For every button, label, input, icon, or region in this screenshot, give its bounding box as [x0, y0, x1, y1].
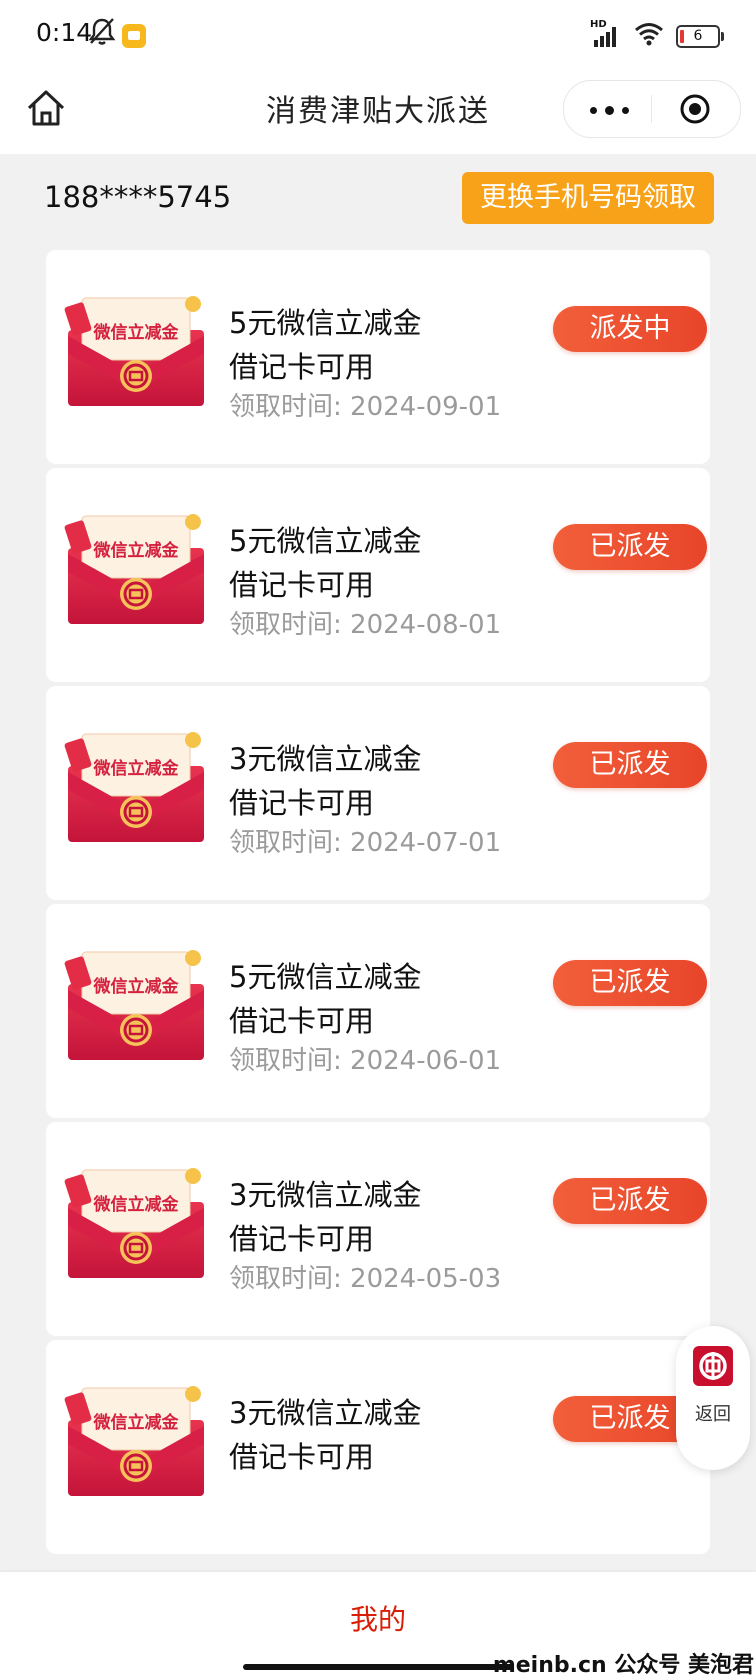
close-target-icon[interactable] [679, 93, 711, 125]
bell-off-icon [88, 16, 116, 50]
envelope-text: 微信立减金 [93, 322, 180, 343]
bottom-tab-bar: 我的 meinb.cn 公众号 美泡君 [0, 1572, 756, 1680]
red-envelope-icon: 微信立减金 [64, 294, 208, 410]
red-envelope-icon: 微信立减金 [64, 512, 208, 628]
nav-bar: 消费津贴大派送 [0, 70, 756, 154]
coupon-title: 3元微信立减金 [229, 1396, 422, 1430]
coupon-card: 微信立减金 5元微信立减金 借记卡可用 领取时间: 2024-09-01 派发中 [46, 250, 710, 464]
coupon-subtitle: 借记卡可用 [229, 1440, 375, 1474]
bank-logo-icon [693, 1346, 733, 1386]
envelope-text: 微信立减金 [93, 1412, 180, 1433]
coupon-time: 领取时间: 2024-09-01 [229, 392, 502, 422]
tab-mine[interactable]: 我的 [0, 1598, 756, 1638]
coupon-card: 微信立减金 5元微信立减金 借记卡可用 领取时间: 2024-08-01 已派发 [46, 468, 710, 682]
coupon-card: 微信立减金 3元微信立减金 借记卡可用 领取时间: 2024-07-01 已派发 [46, 686, 710, 900]
mini-program-capsule [563, 80, 741, 138]
coupon-subtitle: 借记卡可用 [229, 568, 375, 602]
status-time: 0:14 [36, 18, 93, 47]
capsule-divider [651, 95, 652, 123]
more-icon[interactable] [586, 95, 634, 123]
watermark: meinb.cn 公众号 美泡君 [490, 1652, 756, 1680]
coupon-title: 5元微信立减金 [229, 524, 422, 558]
envelope-text: 微信立减金 [93, 976, 180, 997]
red-envelope-icon: 微信立减金 [64, 1166, 208, 1282]
status-bar: 0:14 HD 6 [0, 0, 756, 70]
coupon-status-button[interactable]: 已派发 [553, 742, 707, 788]
coupon-subtitle: 借记卡可用 [229, 786, 375, 820]
coupon-card: 微信立减金 3元微信立减金 借记卡可用 已派发 [46, 1340, 710, 1554]
coupon-card: 微信立减金 3元微信立减金 借记卡可用 领取时间: 2024-05-03 已派发 [46, 1122, 710, 1336]
app-notification-icon [122, 24, 146, 48]
home-indicator[interactable] [243, 1664, 513, 1670]
battery-icon: 6 [676, 24, 724, 48]
wifi-icon [634, 22, 664, 50]
coupon-status-button[interactable]: 已派发 [553, 1178, 707, 1224]
return-label: 返回 [695, 1404, 731, 1425]
red-envelope-icon: 微信立减金 [64, 948, 208, 1064]
status-icons: HD 6 [590, 19, 724, 50]
envelope-text: 微信立减金 [93, 758, 180, 779]
coupon-subtitle: 借记卡可用 [229, 1004, 375, 1038]
coupon-status-button[interactable]: 已派发 [553, 524, 707, 570]
coupon-title: 5元微信立减金 [229, 306, 422, 340]
return-button[interactable]: 返回 [676, 1326, 750, 1470]
coupon-title: 5元微信立减金 [229, 960, 422, 994]
coupon-title: 3元微信立减金 [229, 1178, 422, 1212]
red-envelope-icon: 微信立减金 [64, 1384, 208, 1500]
signal-icon: HD [590, 19, 622, 49]
coupon-card: 微信立减金 5元微信立减金 借记卡可用 领取时间: 2024-06-01 已派发 [46, 904, 710, 1118]
coupon-status-button[interactable]: 派发中 [553, 306, 707, 352]
coupon-time: 领取时间: 2024-06-01 [229, 1046, 502, 1076]
coupon-title: 3元微信立减金 [229, 742, 422, 776]
coupon-time: 领取时间: 2024-08-01 [229, 610, 502, 640]
change-phone-button[interactable]: 更换手机号码领取 [462, 172, 714, 224]
network-label: HD [590, 19, 607, 30]
coupon-time: 领取时间: 2024-05-03 [229, 1264, 502, 1294]
phone-number: 188****5745 [44, 180, 232, 214]
coupon-subtitle: 借记卡可用 [229, 1222, 375, 1256]
coupon-subtitle: 借记卡可用 [229, 350, 375, 384]
coupon-time: 领取时间: 2024-07-01 [229, 828, 502, 858]
envelope-text: 微信立减金 [93, 1194, 180, 1215]
coupon-status-button[interactable]: 已派发 [553, 960, 707, 1006]
red-envelope-icon: 微信立减金 [64, 730, 208, 846]
envelope-text: 微信立减金 [93, 540, 180, 561]
account-row: 188****5745 更换手机号码领取 [0, 154, 756, 250]
